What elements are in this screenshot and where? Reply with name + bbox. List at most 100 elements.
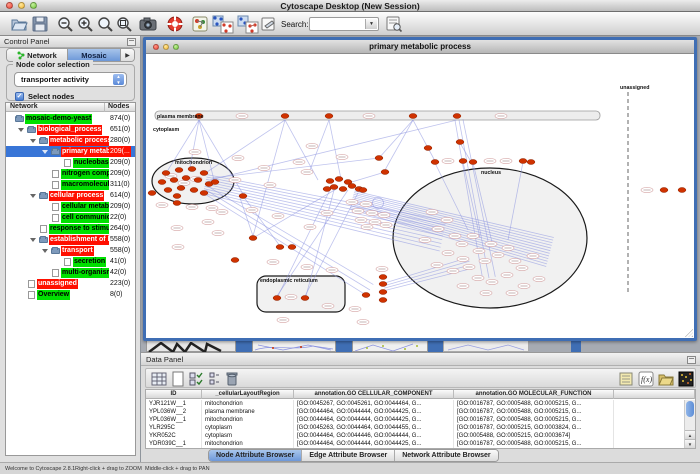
import-icon[interactable] [658,371,674,387]
node-label[interactable] [306,143,318,148]
node-label[interactable] [473,248,485,253]
delete-attribute-icon[interactable] [224,370,240,388]
tree-row[interactable]: macromolecule311(0) [6,179,135,190]
node-label[interactable] [272,213,284,218]
resize-grip[interactable] [685,329,693,337]
node-label[interactable] [457,283,469,288]
disclosure-triangle[interactable] [30,194,36,198]
notes-icon[interactable] [618,371,634,387]
table-scrollbar[interactable]: ▲ ▼ [684,400,695,448]
node-label[interactable] [346,199,358,204]
table-row[interactable]: YDR039C__1mitochondrion[GO:0044464, GO:0… [146,440,684,448]
graph-node[interactable] [301,296,309,301]
node-label[interactable] [484,158,496,163]
node-label[interactable] [419,237,431,242]
node-label[interactable] [267,259,279,264]
node-label[interactable] [301,264,313,269]
unselect-attributes-icon[interactable] [206,371,222,387]
graph-node[interactable] [339,187,347,192]
node-label[interactable] [232,155,244,160]
node-label[interactable] [472,275,484,280]
node-label[interactable] [172,244,184,249]
node-label[interactable] [202,219,214,224]
node-label[interactable] [457,256,469,261]
graph-node[interactable] [459,159,467,164]
graph-node[interactable] [379,298,387,303]
graph-node[interactable] [177,186,185,191]
graph-node[interactable] [678,188,686,193]
formula-icon[interactable]: f(x) [638,371,654,387]
graph-node[interactable] [527,160,535,165]
column-header[interactable]: annotation.GO MOLECULAR_FUNCTION [454,390,614,399]
graph-node[interactable] [175,168,183,173]
node-label[interactable] [431,262,443,267]
tree-row[interactable]: establishment of lo558(0) [6,234,135,245]
node-label[interactable] [533,276,545,281]
graph-node[interactable] [239,194,247,199]
graph-node[interactable] [359,188,367,193]
node-label[interactable] [479,258,491,263]
tree-row[interactable]: cellular metabol209(0) [6,201,135,212]
search-config-icon[interactable] [385,15,403,33]
node-label[interactable] [369,219,381,224]
node-label[interactable] [485,241,497,246]
graph-node[interactable] [379,282,387,287]
graph-node[interactable] [190,188,198,193]
node-label[interactable] [480,290,492,295]
attribute-table-icon[interactable] [151,371,167,387]
tree-row[interactable]: Overview8(0) [6,289,135,300]
node-label[interactable] [467,233,479,238]
graph-node[interactable] [381,170,389,175]
node-label[interactable] [178,180,190,185]
select-attributes-icon[interactable] [188,371,204,387]
graph-node[interactable] [375,156,383,161]
node-label[interactable] [304,224,316,229]
node-label[interactable] [206,205,218,210]
node-label[interactable] [321,210,333,215]
graph-node[interactable] [469,160,477,165]
network-window-titlebar[interactable]: primary metabolic process [146,40,694,54]
table-row[interactable]: YJR121W__1mitochondrion[GO:0045267, GO:0… [146,400,684,408]
graph-node[interactable] [379,290,387,295]
tree-row[interactable]: metabolic process280(0) [6,135,135,146]
scroll-up-button[interactable]: ▲ [685,430,695,439]
graph-node[interactable] [158,180,166,185]
tree-row[interactable]: nitrogen compo209(0) [6,168,135,179]
disclosure-triangle[interactable] [30,139,36,143]
node-label[interactable] [349,306,361,311]
graph-node[interactable] [162,171,170,176]
node-label[interactable] [212,230,224,235]
graph-node[interactable] [519,159,527,164]
node-label[interactable] [492,252,504,257]
graph-node[interactable] [288,245,296,250]
graph-node[interactable] [379,275,387,280]
column-header[interactable]: ID [146,390,202,399]
table-row[interactable]: YKR052Ccytoplasm[GO:0044464, GO:0044446,… [146,432,684,440]
node-label[interactable] [361,224,373,229]
graph-node[interactable] [148,191,156,196]
node-label[interactable] [449,233,461,238]
layout-a-icon[interactable] [212,15,234,34]
graph-node[interactable] [362,293,370,298]
browser-tab[interactable]: Node Attribute Browser [209,450,302,461]
zoom-selected-icon[interactable] [115,15,133,33]
node-label[interactable] [363,113,375,118]
vizmapper-icon[interactable] [192,15,208,33]
save-icon[interactable] [31,15,49,33]
node-label[interactable] [355,217,367,222]
zoom-fit-icon[interactable] [96,15,114,33]
node-label[interactable] [285,294,297,299]
tab-overflow-arrow[interactable]: ▶ [121,49,134,61]
node-label[interactable] [301,169,313,174]
scrollbar-thumb[interactable] [686,401,694,417]
graph-node[interactable] [173,201,181,206]
graph-node[interactable] [194,178,202,183]
disclosure-triangle[interactable] [42,249,48,253]
node-label[interactable] [380,222,392,227]
tree-row[interactable]: multi-organism pro42(0) [6,267,135,278]
open-icon[interactable] [10,15,28,33]
disclosure-triangle[interactable] [18,128,24,132]
node-label[interactable] [456,241,468,246]
graph-node[interactable] [200,171,208,176]
disclosure-triangle[interactable] [42,150,48,154]
